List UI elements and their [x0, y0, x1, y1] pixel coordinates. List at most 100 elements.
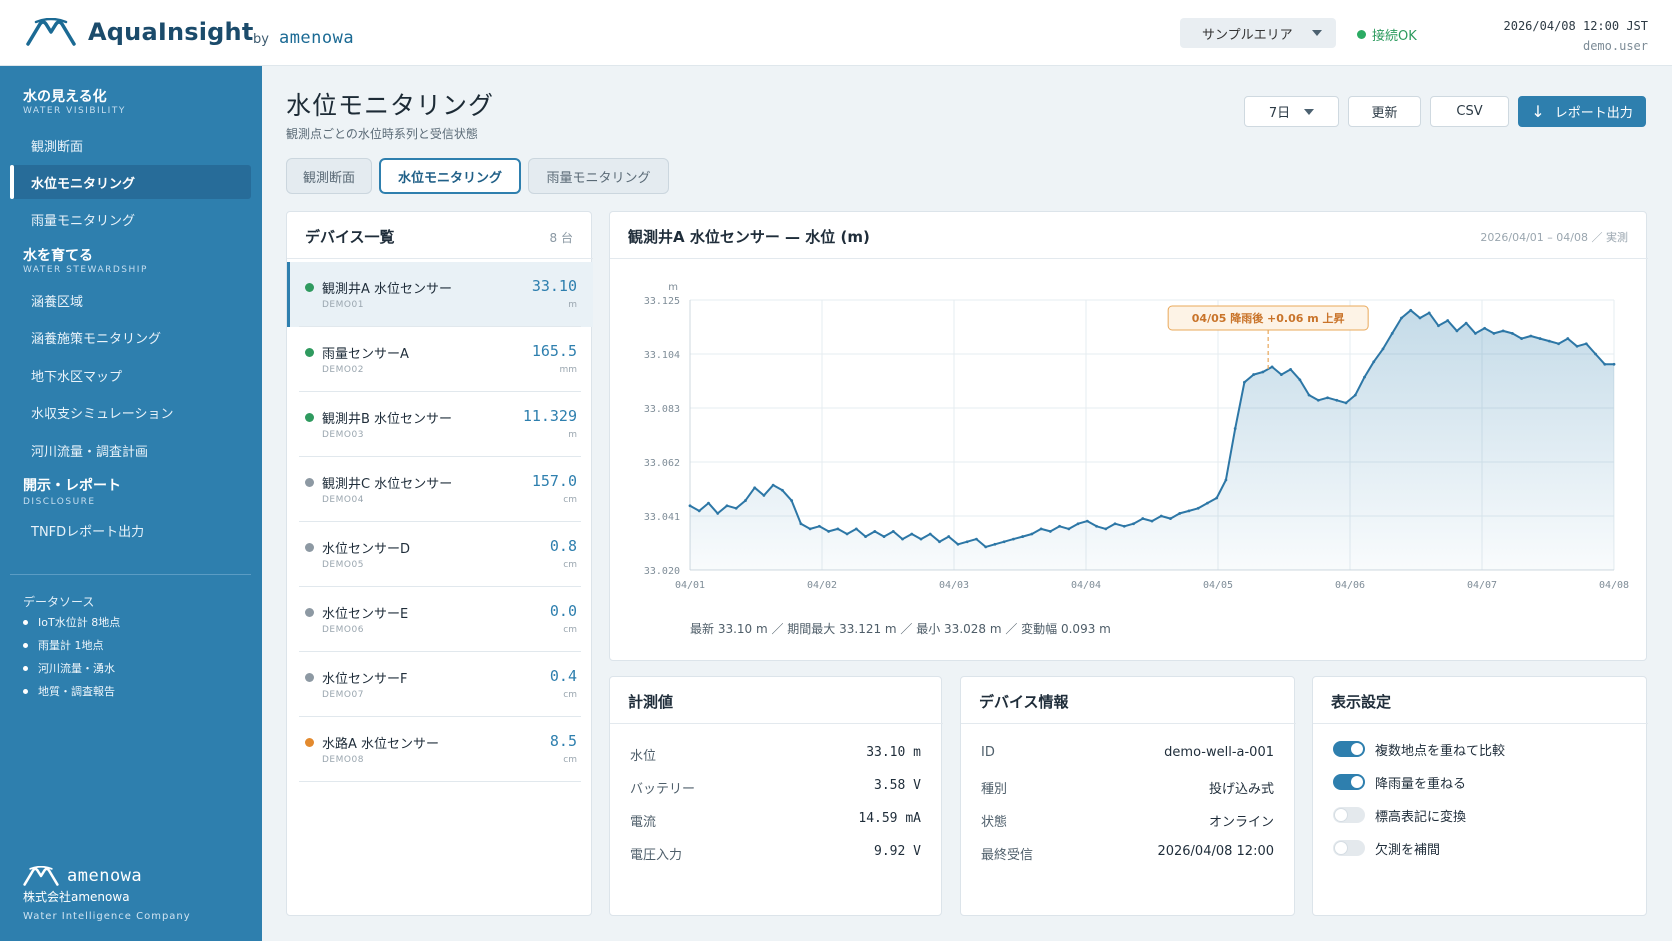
tab-observation-section[interactable]: 観測断面 — [286, 158, 372, 194]
data-point — [707, 501, 710, 505]
sidebar-item-recharge-area[interactable]: 涵養区域 — [10, 283, 251, 317]
sidebar-item-water-balance[interactable]: 水収支シミュレーション — [10, 395, 251, 429]
y-axis-label: m — [668, 282, 678, 293]
x-tick-label: 04/02 — [807, 580, 837, 591]
sidebar-item-groundwater-map[interactable]: 地下水区マップ — [10, 358, 251, 392]
data-point — [965, 540, 969, 544]
sidebar-item-river-flow[interactable]: 河川流量・調査計画 — [10, 433, 251, 467]
data-point — [1316, 398, 1320, 402]
data-point — [688, 504, 692, 508]
toggle-switch[interactable] — [1333, 807, 1365, 823]
sidebar-item-rainfall[interactable]: 雨量モニタリング — [10, 202, 251, 236]
device-row[interactable]: 水路A 水位センサー DEMO08 8.5 cm — [287, 717, 593, 782]
sidebar-footer: amenowa 株式会社amenowa Water Intelligence C… — [23, 866, 191, 922]
area-select[interactable]: サンプルエリア — [1180, 18, 1336, 48]
data-point — [716, 512, 720, 515]
toggle-switch[interactable] — [1333, 840, 1365, 856]
data-point — [1492, 332, 1496, 335]
data-point — [1085, 519, 1089, 523]
sidebar-item-recharge-monitoring[interactable]: 涵養施策モニタリング — [10, 320, 251, 354]
data-point — [1427, 311, 1431, 315]
toggle-label: 降雨量を重ねる — [1375, 776, 1467, 792]
device-name: 水路A 水位センサー — [322, 737, 440, 752]
device-row[interactable]: 水位センサーE DEMO06 0.0 cm — [287, 587, 593, 652]
connection-label: 接続OK — [1372, 29, 1417, 44]
device-row[interactable]: 雨量センサーA DEMO02 165.5 mm — [287, 327, 593, 392]
chart-title: 観測井A 水位センサー — 水位 (m) — [628, 228, 870, 246]
data-point — [1270, 365, 1274, 369]
device-info-card: デバイス情報 ID demo-well-a-001 種別 投げ込み式 状態 オンライン… — [960, 676, 1296, 916]
report-export-button[interactable]: ↓ レポート出力 — [1518, 96, 1646, 127]
info-row-last-received: 最終受信 2026/04/08 12:00 — [981, 844, 1274, 864]
device-row[interactable]: 水位センサーD DEMO05 0.8 cm — [287, 522, 593, 587]
toggle-row[interactable]: 降雨量を重ねる — [1333, 772, 1466, 792]
toggle-row[interactable]: 欠測を補間 — [1333, 838, 1440, 858]
toggle-switch[interactable] — [1333, 774, 1365, 790]
info-key: 状態 — [981, 815, 1008, 830]
metric-row-water-level: 水位 33.10 m — [630, 745, 921, 765]
metrics-title: 計測値 — [628, 693, 674, 711]
data-point — [827, 530, 830, 533]
data-point — [1501, 329, 1505, 333]
csv-button[interactable]: CSV — [1430, 96, 1509, 127]
sidebar-item-water-level[interactable]: 水位モニタリング — [10, 165, 251, 199]
refresh-label: 更新 — [1371, 106, 1398, 121]
datasource-item: 河川流量・湧水 — [23, 660, 115, 676]
y-tick-label: 33.125 — [644, 296, 680, 307]
info-key: 最終受信 — [981, 848, 1034, 863]
csv-label: CSV — [1456, 104, 1483, 119]
data-point — [1400, 316, 1403, 320]
device-row[interactable]: 水位センサーF DEMO07 0.4 cm — [287, 652, 593, 717]
device-row[interactable]: 観測井C 水位センサー DEMO04 157.0 cm — [287, 457, 593, 522]
data-point — [1510, 332, 1514, 335]
data-point — [1418, 316, 1422, 320]
section-title-stewardship: 水を育てる — [23, 248, 93, 264]
info-row-type: 種別 投げ込み式 — [981, 778, 1274, 798]
data-point — [910, 532, 914, 536]
data-point — [1067, 527, 1071, 531]
metric-value: 14.59 mA — [858, 811, 921, 826]
sidebar-item-tnfd-report[interactable]: TNFDレポート出力 — [10, 513, 251, 547]
toggle-row[interactable]: 複数地点を重ねて比較 — [1333, 739, 1505, 759]
metric-row-current: 電流 14.59 mA — [630, 811, 921, 831]
device-unit: cm — [563, 560, 577, 570]
device-row[interactable]: 観測井A 水位センサー DEMO01 33.10 m — [287, 262, 593, 327]
tab-rainfall[interactable]: 雨量モニタリング — [528, 158, 669, 194]
data-point — [1122, 524, 1126, 528]
data-point — [1243, 380, 1246, 384]
device-value: 0.4 — [549, 667, 577, 685]
device-name: 雨量センサーA — [322, 347, 409, 362]
data-point — [1594, 352, 1597, 356]
sidebar: 水の見える化 WATER VISIBILITY 観測断面 水位モニタリング 雨量… — [0, 66, 262, 941]
metric-value: 9.92 V — [874, 844, 921, 859]
datasource-item: IoT水位計 8地点 — [23, 614, 120, 630]
top-bar: AquaInsight by amenowa サンプルエリア 接続OK 2026/… — [0, 0, 1672, 66]
app-logo[interactable]: AquaInsight — [26, 18, 254, 46]
device-unit: cm — [563, 690, 577, 700]
company-tagline: Water Intelligence Company — [23, 911, 191, 922]
data-point — [1446, 319, 1450, 322]
datasource-label: 河川流量・湧水 — [38, 662, 115, 675]
water-level-chart[interactable]: 33.125 33.104 33.083 33.062 33.041 33.020 04/0… — [610, 260, 1648, 660]
toggle-switch[interactable] — [1333, 741, 1365, 757]
user-name[interactable]: demo.user — [1504, 39, 1648, 53]
sidebar-item-observation-section[interactable]: 観測断面 — [10, 128, 251, 162]
y-tick-label: 33.104 — [644, 350, 680, 361]
metric-row-battery: バッテリー 3.58 V — [630, 778, 921, 798]
section-sub-visibility: WATER VISIBILITY — [23, 106, 126, 116]
metric-key: バッテリー — [630, 782, 696, 797]
datasource-item: 雨量計 1地点 — [23, 637, 104, 653]
company-name: 株式会社amenowa — [23, 890, 130, 904]
refresh-button[interactable]: 更新 — [1348, 96, 1421, 127]
toggle-row[interactable]: 標高表記に変換 — [1333, 805, 1466, 825]
device-row[interactable]: 観測井B 水位センサー DEMO03 11.329 m — [287, 392, 593, 457]
period-select[interactable]: 7日 — [1244, 96, 1339, 127]
tab-water-level[interactable]: 水位モニタリング — [379, 158, 521, 194]
data-point — [1326, 396, 1329, 400]
data-point — [891, 530, 895, 533]
sidebar-item-label: TNFDレポート出力 — [31, 524, 145, 540]
toggle-label: 欠測を補間 — [1375, 842, 1441, 858]
byline: by amenowa — [253, 28, 354, 48]
download-arrow-icon: ↓ — [1531, 102, 1545, 121]
annotation-label: 04/05 降雨後 +0.06 m 上昇 — [1192, 311, 1345, 325]
